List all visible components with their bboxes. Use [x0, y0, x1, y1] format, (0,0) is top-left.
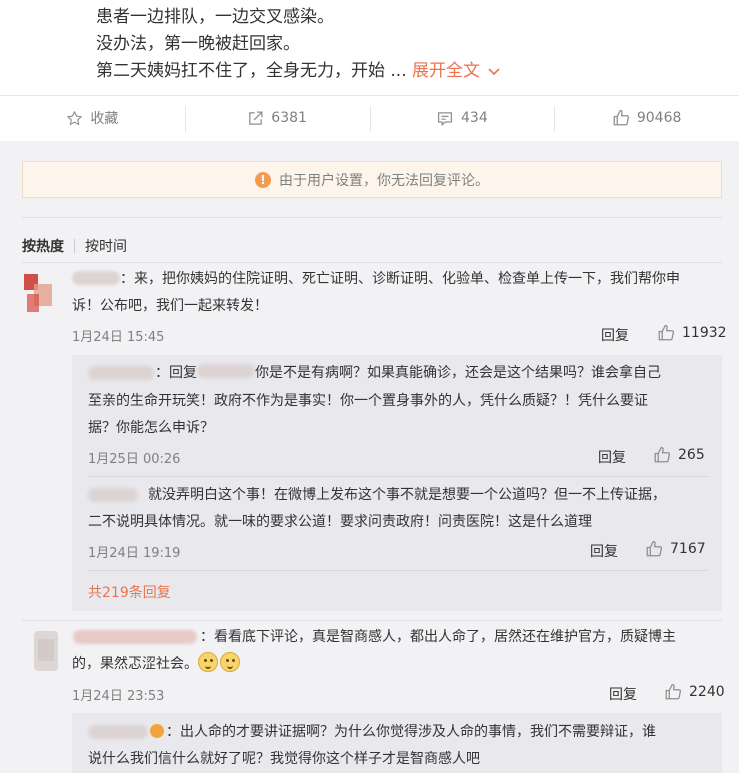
username-blurred[interactable]: [88, 725, 148, 739]
comment-like-count: 2240: [689, 684, 725, 700]
username-blurred[interactable]: [88, 488, 138, 502]
thumbs-up-icon: [664, 683, 682, 701]
sub-reply-text: ：回复 你是不是有病啊？如果真能确诊，还会是这个结果吗？谁会拿自己: [155, 360, 715, 387]
thumbs-up-icon: [612, 109, 630, 127]
reply-restricted-notice: ! 由于用户设置，你无法回复评论。: [22, 161, 722, 198]
username-blurred[interactable]: [73, 630, 197, 644]
sub-reply-text-line: 你是不是有病啊？如果真能确诊，还会是这个结果吗？谁会拿自己: [255, 365, 661, 381]
comment-text-line: ：来，把你姨妈的住院证明、死亡证明、诊断证明、化验单、检查单上传一下，我们帮你申: [120, 271, 680, 287]
post-line-1: 患者一边排队，一边交叉感染。: [96, 7, 334, 27]
star-icon: [66, 110, 83, 127]
sub-reply-text: ：出人命的才要讲证据啊？为什么你觉得涉及人命的事情，我们不需要辩证，谁: [150, 719, 720, 746]
sub-reply-timestamp: 1月25日 00:26: [88, 452, 181, 467]
divider: [22, 262, 722, 263]
sub-reply-text-continued: 说什么我们信什么就好了呢？我觉得你这个样子才是智商感人吧: [88, 751, 480, 767]
view-all-replies-link[interactable]: 共219条回复: [88, 582, 171, 602]
avatar[interactable]: [30, 629, 63, 674]
like-button[interactable]: 90468: [554, 96, 739, 140]
tab-sort-by-time[interactable]: 按时间: [85, 236, 137, 256]
comment-text-continued: 的，果然忑涩社会。: [72, 651, 712, 678]
share-icon: [247, 110, 264, 127]
thinking-emoji-icon: [220, 652, 240, 672]
expand-full-text-link[interactable]: 展开全文: [412, 61, 480, 81]
repost-button[interactable]: 6381: [184, 96, 370, 140]
repost-count: 6381: [271, 110, 307, 126]
reply-button[interactable]: 回复: [609, 684, 637, 704]
sub-reply-like-count: 7167: [670, 541, 706, 557]
comment-text: ：看看底下评论，真是智商感人，都出人命了，居然还在维护官方，质疑博主: [200, 629, 676, 645]
comment-like-button[interactable]: 11932: [657, 324, 727, 342]
comment-button[interactable]: 434: [369, 96, 555, 140]
comment-timestamp: 1月24日 15:45: [72, 330, 165, 345]
post-line-3-text: 第二天姨妈扛不住了，全身无力，开始 ...: [96, 61, 407, 81]
avatar[interactable]: [22, 270, 55, 315]
divider: [88, 570, 708, 571]
post-line-2: 没办法，第一晚被赶回家。: [96, 34, 300, 54]
favorite-button[interactable]: 收藏: [0, 96, 185, 140]
comment-icon: [436, 110, 454, 127]
sub-reply-text-continued: 据？你能怎么申诉？: [88, 420, 214, 436]
comment-like-button[interactable]: 2240: [664, 683, 725, 701]
smirk-emoji-icon: [198, 652, 218, 672]
reply-button[interactable]: 回复: [590, 541, 618, 561]
thumbs-up-icon: [645, 540, 663, 558]
post-line-3: 第二天姨妈扛不住了，全身无力，开始 ... 展开全文: [96, 58, 716, 86]
comment-timestamp: 1月24日 23:53: [72, 689, 165, 704]
verified-badge-icon: [150, 724, 164, 738]
post-action-bar: 收藏 6381 434 90468: [0, 96, 739, 140]
username-blurred[interactable]: [88, 366, 154, 380]
sub-reply-text-continued: 至亲的生命开玩笑！政府不作为是事实！你一个置身事外的人，凭什么质疑？！凭什么要证: [88, 393, 648, 409]
chevron-down-icon[interactable]: [488, 59, 500, 86]
divider: [22, 217, 722, 218]
divider: [22, 620, 722, 621]
tab-sort-by-hot[interactable]: 按热度: [22, 236, 74, 256]
sub-reply-timestamp: 1月24日 19:19: [88, 546, 181, 561]
thumbs-up-icon: [657, 324, 675, 342]
comment-text: ：来，把你姨妈的住院证明、死亡证明、诊断证明、化验单、检查单上传一下，我们帮你申: [120, 266, 720, 293]
sub-reply-text-continued: 二不说明具体情况。就一味的要求公道！要求问责政府！问责医院！这是什么道理: [88, 514, 592, 530]
mentioned-user-blurred[interactable]: [197, 364, 255, 378]
warning-icon: !: [255, 171, 271, 188]
reply-prefix: ：回复: [155, 365, 197, 381]
thumbs-up-icon: [653, 446, 671, 464]
username-blurred[interactable]: [72, 271, 120, 285]
comment-count: 434: [461, 110, 488, 126]
comment-text-line: 的，果然忑涩社会。: [72, 656, 198, 672]
like-count: 90468: [636, 110, 682, 126]
comment-text-continued: 诉！公布吧，我们一起来转发！: [72, 298, 268, 314]
sub-reply-like-count: 265: [678, 447, 705, 463]
tab-separator: [74, 239, 75, 253]
sub-reply-like-button[interactable]: 7167: [645, 540, 706, 558]
sub-reply-like-button[interactable]: 265: [653, 446, 705, 464]
divider: [88, 476, 708, 477]
comment-like-count: 11932: [682, 325, 727, 341]
sub-reply-text: 就没弄明白这个事！在微博上发布这个事不就是想要一个公道吗？但一不上传证据，: [148, 487, 666, 503]
post-excerpt: 患者一边排队，一边交叉感染。 没办法，第一晚被赶回家。 第二天姨妈扛不住了，全身…: [96, 4, 716, 86]
reply-button[interactable]: 回复: [601, 325, 629, 345]
notice-text: 由于用户设置，你无法回复评论。: [279, 172, 489, 189]
favorite-label: 收藏: [90, 111, 119, 127]
reply-button[interactable]: 回复: [598, 447, 626, 467]
sort-tabs: 按热度 按时间: [22, 236, 137, 256]
sub-reply-text-line: ：出人命的才要讲证据啊？为什么你觉得涉及人命的事情，我们不需要辩证，谁: [166, 724, 656, 740]
